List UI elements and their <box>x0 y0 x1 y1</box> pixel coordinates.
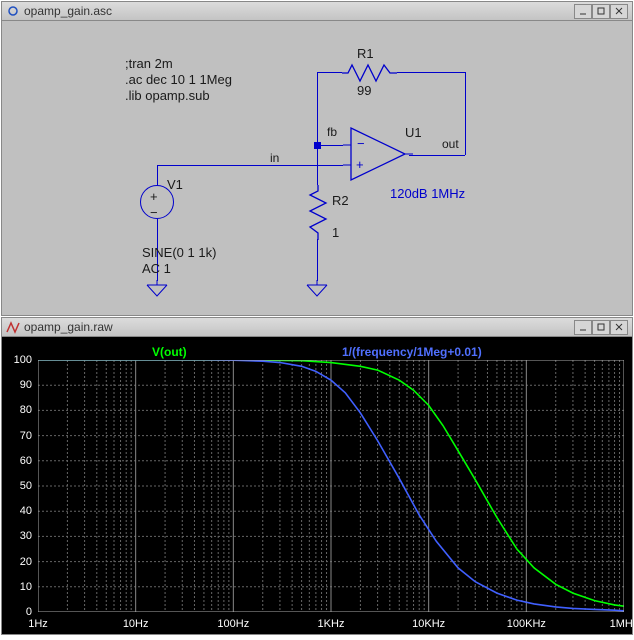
value-R1[interactable]: 99 <box>357 83 371 98</box>
resistor-R2[interactable] <box>308 185 328 240</box>
y-tick-label: 90 <box>4 379 32 391</box>
y-tick-label: 0 <box>4 606 32 618</box>
label-U1[interactable]: U1 <box>405 125 422 140</box>
maximize-button[interactable] <box>592 320 610 335</box>
close-button[interactable] <box>610 4 628 19</box>
label-V1[interactable]: V1 <box>167 177 183 192</box>
schematic-title: opamp_gain.asc <box>24 4 574 18</box>
x-tick-label: 1Hz <box>28 618 48 630</box>
spice-directive-tran[interactable]: ;tran 2m <box>125 56 173 71</box>
y-tick-label: 20 <box>4 556 32 568</box>
ground-icon[interactable] <box>145 280 169 298</box>
netlabel-fb[interactable]: fb <box>327 125 337 139</box>
spice-directive-ac[interactable]: .ac dec 10 1 1Meg <box>125 72 232 87</box>
schematic-window: opamp_gain.asc ;tran 2m .ac dec 10 1 1Me… <box>1 1 633 316</box>
x-tick-label: 100Hz <box>217 618 249 630</box>
y-tick-label: 40 <box>4 505 32 517</box>
y-tick-label: 50 <box>4 480 32 492</box>
y-tick-label: 60 <box>4 455 32 467</box>
x-tick-label: 10KHz <box>412 618 445 630</box>
trace1-legend[interactable]: V(out) <box>152 345 187 359</box>
x-tick-label: 10Hz <box>123 618 149 630</box>
param-U1[interactable]: 120dB 1MHz <box>390 186 465 201</box>
value-V1-sine[interactable]: SINE(0 1 1k) <box>142 245 216 260</box>
y-tick-label: 10 <box>4 581 32 593</box>
ltspice-waveform-icon <box>6 320 20 334</box>
trace2-legend[interactable]: 1/(frequency/1Meg+0.01) <box>342 345 482 359</box>
value-V1-ac[interactable]: AC 1 <box>142 261 171 276</box>
plot-title: opamp_gain.raw <box>24 320 574 334</box>
svg-text:−: − <box>357 136 365 151</box>
source-plus-icon: + <box>150 189 158 204</box>
label-R2[interactable]: R2 <box>332 193 349 208</box>
close-button[interactable] <box>610 320 628 335</box>
x-tick-label: 100KHz <box>507 618 546 630</box>
minimize-button[interactable] <box>574 4 592 19</box>
svg-text:+: + <box>356 157 364 172</box>
y-tick-label: 100 <box>4 354 32 366</box>
plot-window: opamp_gain.raw V(out) 1/(frequency/1Meg+… <box>1 317 633 635</box>
maximize-button[interactable] <box>592 4 610 19</box>
ltspice-schematic-icon <box>6 4 20 18</box>
y-tick-label: 70 <box>4 430 32 442</box>
schematic-canvas[interactable]: ;tran 2m .ac dec 10 1 1Meg .lib opamp.su… <box>2 21 632 315</box>
ground-icon[interactable] <box>305 280 329 298</box>
resistor-R1[interactable] <box>342 63 397 83</box>
source-minus-icon: − <box>150 205 158 220</box>
plot-canvas[interactable]: V(out) 1/(frequency/1Meg+0.01) 0 10 20 30 40… <box>2 337 632 634</box>
spice-directive-lib[interactable]: .lib opamp.sub <box>125 88 210 103</box>
plot-titlebar[interactable]: opamp_gain.raw <box>2 318 632 337</box>
label-R1[interactable]: R1 <box>357 46 374 61</box>
opamp-U1[interactable]: − + <box>343 124 413 184</box>
value-R2[interactable]: 1 <box>332 225 339 240</box>
y-tick-label: 30 <box>4 530 32 542</box>
netlabel-out[interactable]: out <box>442 137 459 151</box>
x-tick-label: 1KHz <box>318 618 345 630</box>
plot-area[interactable] <box>38 360 624 612</box>
y-tick-label: 80 <box>4 404 32 416</box>
schematic-titlebar[interactable]: opamp_gain.asc <box>2 2 632 21</box>
netlabel-in[interactable]: in <box>270 151 279 165</box>
minimize-button[interactable] <box>574 320 592 335</box>
x-tick-label: 1MHz <box>610 618 634 630</box>
